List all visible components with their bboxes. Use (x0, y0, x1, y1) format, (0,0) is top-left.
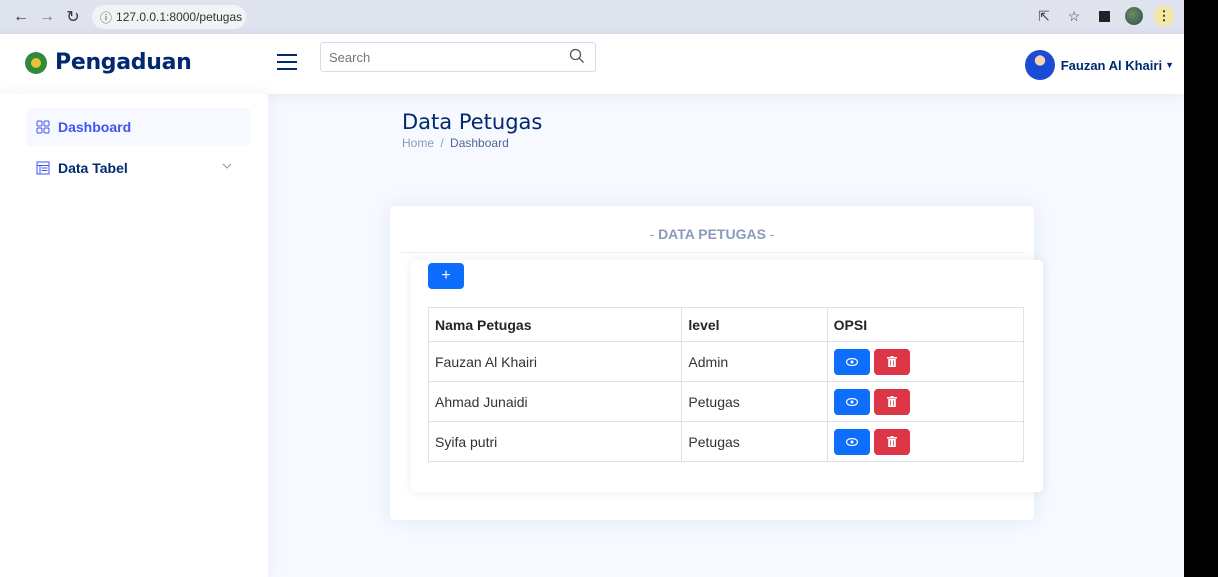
table-row: Fauzan Al Khairi Admin (427, 341, 1025, 382)
search-input[interactable] (329, 49, 559, 65)
view-button[interactable] (833, 428, 870, 455)
card-title-suffix: - (765, 226, 775, 242)
sidebar-item-label: Dashboard (58, 119, 132, 135)
cell-opsi (826, 381, 1025, 422)
divider (400, 252, 1024, 253)
breadcrumb: Home / Dashboard (402, 136, 509, 150)
table-row: Syifa putri Petugas (427, 421, 1025, 462)
cell-level: Petugas (681, 381, 828, 422)
cell-nama: Ahmad Junaidi (427, 381, 683, 422)
table-icon (36, 161, 50, 175)
view-button[interactable] (833, 388, 870, 415)
sidebar-item-dashboard[interactable]: Dashboard (26, 108, 250, 146)
profile-globe-icon[interactable] (1124, 6, 1144, 26)
delete-button[interactable] (873, 388, 910, 415)
cell-nama: Syifa putri (427, 421, 683, 462)
trash-icon (886, 396, 897, 407)
cell-opsi (826, 341, 1025, 382)
browser-menu-icon[interactable]: ⋮ (1154, 6, 1174, 26)
caret-down-icon[interactable]: ▼ (1165, 60, 1174, 70)
profile-dropdown[interactable]: Fauzan Al Khairi ▼ (1024, 50, 1174, 80)
brand-logo[interactable]: Pengaduan (25, 50, 192, 75)
address-bar[interactable]: ⓘ 127.0.0.1:8000/petugas (92, 5, 246, 29)
trash-icon (886, 356, 897, 367)
sidepanel-icon[interactable] (1094, 6, 1114, 26)
page-title: Data Petugas (402, 110, 543, 134)
search-box (320, 42, 596, 72)
table-row: Ahmad Junaidi Petugas (427, 381, 1025, 422)
trash-icon (886, 436, 897, 447)
reload-icon[interactable]: ↻ (62, 6, 84, 28)
search-icon[interactable] (569, 48, 585, 64)
sidebar: Dashboard Data Tabel (0, 94, 268, 577)
petugas-table: Nama Petugas level OPSI Fauzan Al Khairi… (427, 307, 1025, 462)
delete-button[interactable] (873, 348, 910, 375)
site-info-icon[interactable]: ⓘ (100, 9, 112, 26)
card-title-text: DATA PETUGAS (658, 226, 766, 242)
browser-toolbar: ← → ↻ ⓘ 127.0.0.1:8000/petugas ⇱ ☆ ⋮ (0, 0, 1184, 34)
add-petugas-button[interactable]: + (428, 263, 464, 289)
card-title-prefix: - (649, 226, 659, 242)
avatar[interactable] (1024, 50, 1055, 80)
logo-icon (25, 51, 47, 74)
plus-icon: + (441, 267, 451, 284)
bookmark-star-icon[interactable]: ☆ (1064, 6, 1084, 26)
table-header-row: Nama Petugas level OPSI (427, 307, 1025, 342)
cell-opsi (826, 421, 1025, 462)
window-edge (1184, 0, 1218, 577)
app-header: Pengaduan Fauzan Al Khairi ▼ (0, 34, 1184, 94)
view-button[interactable] (833, 348, 870, 375)
column-header-level: level (681, 307, 828, 342)
cell-level: Admin (681, 341, 828, 382)
cell-level: Petugas (681, 421, 828, 462)
share-icon[interactable]: ⇱ (1034, 6, 1054, 26)
breadcrumb-current: Dashboard (450, 136, 509, 150)
column-header-opsi: OPSI (826, 307, 1025, 342)
brand-name: Pengaduan (55, 50, 192, 75)
sidebar-item-label: Data Tabel (58, 160, 128, 176)
hamburger-menu-icon[interactable] (277, 52, 297, 72)
breadcrumb-separator: / (440, 136, 444, 150)
breadcrumb-home[interactable]: Home (402, 136, 434, 150)
grid-icon (36, 120, 50, 134)
column-header-nama: Nama Petugas (427, 307, 683, 342)
eye-icon (845, 437, 858, 446)
table-panel: + Nama Petugas level OPSI Fauzan Al Khai… (411, 260, 1043, 492)
eye-icon (845, 397, 858, 406)
chevron-down-icon[interactable] (222, 161, 232, 171)
forward-arrow-icon[interactable]: → (36, 6, 58, 28)
sidebar-item-data-tabel[interactable]: Data Tabel (26, 149, 250, 187)
cell-nama: Fauzan Al Khairi (427, 341, 683, 382)
address-text: 127.0.0.1:8000/petugas (116, 10, 243, 24)
back-arrow-icon[interactable]: ← (10, 6, 32, 28)
card-title: - DATA PETUGAS - (390, 226, 1034, 242)
profile-name[interactable]: Fauzan Al Khairi (1061, 58, 1162, 73)
eye-icon (845, 357, 858, 366)
delete-button[interactable] (873, 428, 910, 455)
